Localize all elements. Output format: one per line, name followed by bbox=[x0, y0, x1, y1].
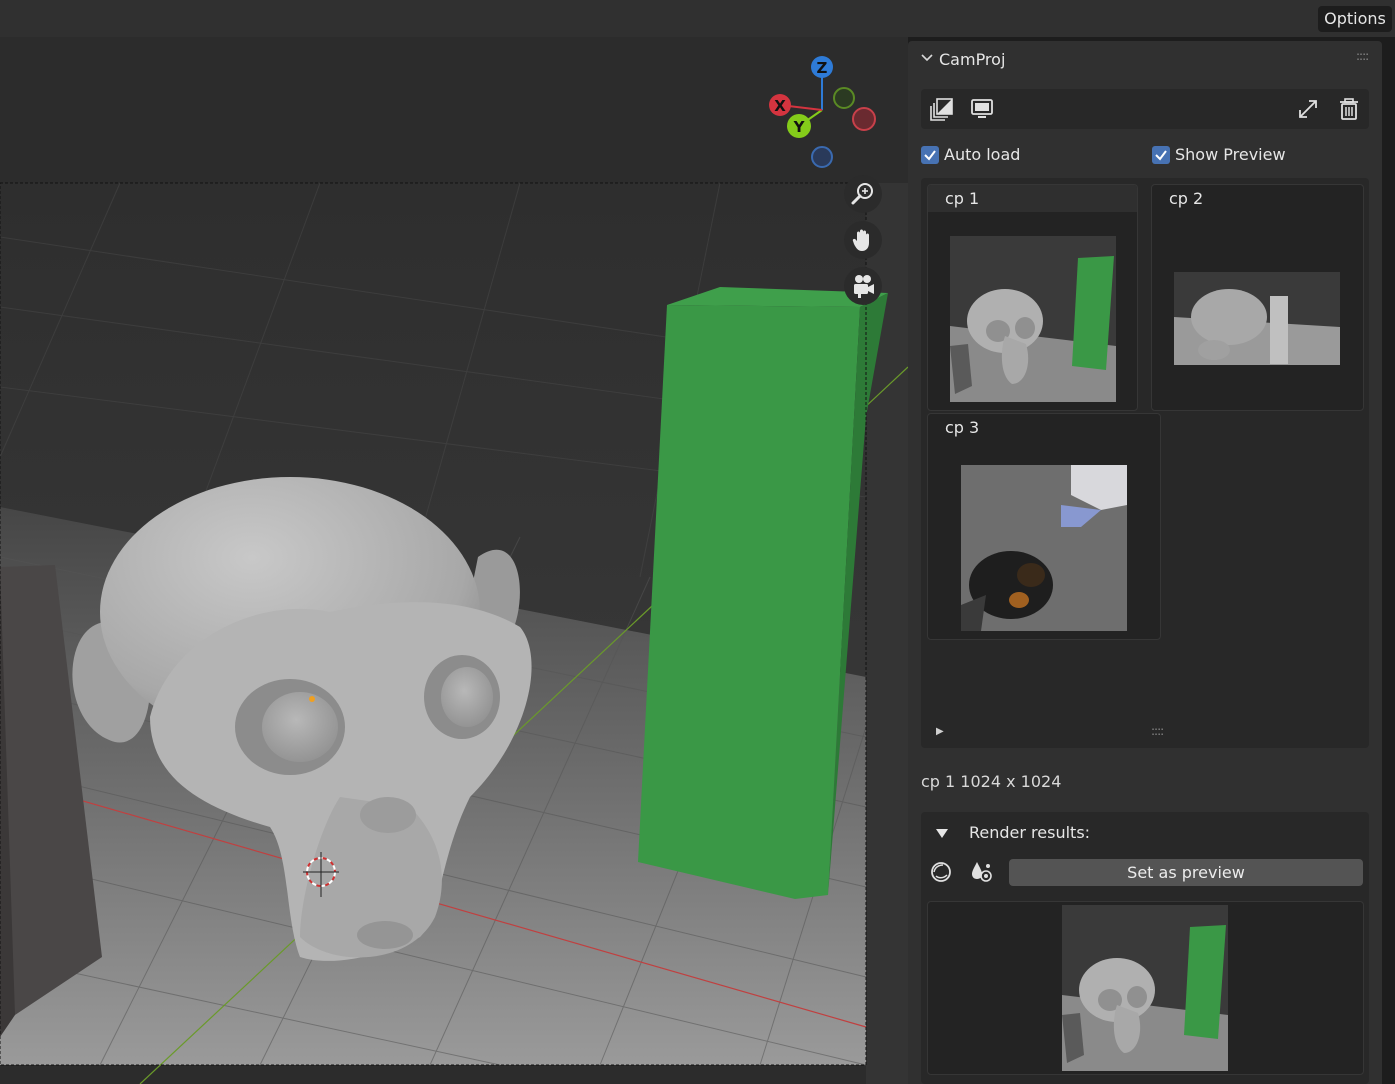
thumbnail-image bbox=[950, 236, 1116, 402]
zoom-icon bbox=[851, 183, 873, 205]
panel-toolbar bbox=[921, 89, 1369, 129]
thumbnail-grid: cp 1 cp 2 cp 3 ▶:::: bbox=[921, 178, 1369, 748]
zoom-button[interactable] bbox=[844, 175, 882, 213]
camera-icon bbox=[854, 275, 874, 298]
auto-load-checkbox-row[interactable]: Auto load bbox=[921, 145, 1020, 164]
collapse-triangle-icon[interactable] bbox=[935, 826, 949, 840]
show-preview-label: Show Preview bbox=[1175, 145, 1286, 164]
trash-icon[interactable] bbox=[1337, 97, 1361, 121]
set-as-preview-button[interactable]: Set as preview bbox=[1009, 859, 1363, 886]
auto-load-label: Auto load bbox=[944, 145, 1021, 164]
thumbnail-cp-3[interactable]: cp 3 bbox=[927, 413, 1161, 640]
gizmo-neg-x[interactable] bbox=[852, 107, 876, 131]
hand-pan-icon bbox=[852, 229, 869, 251]
viewport-scene: Z X Y bbox=[0, 37, 908, 1084]
image-layers-icon[interactable] bbox=[930, 97, 954, 121]
camera-view-button[interactable] bbox=[844, 267, 882, 305]
thumbnail-image bbox=[961, 465, 1127, 631]
swap-arrows-icon[interactable] bbox=[1296, 97, 1320, 121]
checkmark-icon bbox=[1155, 149, 1167, 161]
thumbnail-cp-1[interactable]: cp 1 bbox=[927, 184, 1138, 411]
gizmo-neg-y[interactable] bbox=[833, 87, 855, 109]
auto-load-checkbox[interactable] bbox=[921, 145, 939, 164]
render-sphere-icon[interactable] bbox=[929, 860, 953, 884]
options-button[interactable]: Options bbox=[1318, 6, 1392, 32]
panel-collapse-chevron-icon[interactable] bbox=[920, 51, 934, 65]
render-results-title: Render results: bbox=[969, 823, 1091, 842]
render-preview-frame bbox=[927, 901, 1364, 1075]
3d-viewport[interactable]: Z X Y bbox=[0, 37, 908, 1084]
gizmo-neg-z[interactable] bbox=[811, 146, 833, 168]
gizmo-z-label: Z bbox=[817, 59, 828, 77]
camproj-panel: CamProj :::: Auto load Show Preview cp 1… bbox=[908, 41, 1382, 1084]
thumbnail-cp-2[interactable]: cp 2 bbox=[1151, 184, 1364, 411]
thumbnail-label: cp 1 bbox=[928, 185, 1137, 212]
thumbnail-image bbox=[1174, 272, 1340, 365]
gizmo-x-label: X bbox=[774, 97, 786, 115]
grid-resize-grip-icon[interactable]: :::: bbox=[1151, 724, 1164, 738]
thumbnail-label: cp 3 bbox=[945, 418, 980, 437]
sidebar: CamProj :::: Auto load Show Preview cp 1… bbox=[908, 37, 1395, 1084]
render-material-icon[interactable] bbox=[969, 860, 993, 884]
checkmark-icon bbox=[924, 149, 936, 161]
panel-drag-grip-icon[interactable]: :::: bbox=[1356, 49, 1369, 63]
panel-title[interactable]: CamProj bbox=[939, 50, 1005, 69]
selected-image-info: cp 1 1024 x 1024 bbox=[921, 772, 1062, 791]
gizmo-y-label: Y bbox=[793, 118, 806, 136]
pan-button[interactable] bbox=[844, 221, 882, 259]
show-preview-checkbox[interactable] bbox=[1152, 145, 1170, 164]
monitor-icon[interactable] bbox=[970, 97, 994, 121]
show-preview-checkbox-row[interactable]: Show Preview bbox=[1152, 145, 1286, 164]
render-preview-image bbox=[1062, 905, 1228, 1071]
top-header-bar: Options bbox=[0, 0, 1395, 37]
render-results-section: Render results: Set as preview bbox=[921, 812, 1369, 1084]
thumbnail-label: cp 2 bbox=[1169, 189, 1204, 208]
play-triangle-icon[interactable]: ▶ bbox=[936, 726, 944, 737]
